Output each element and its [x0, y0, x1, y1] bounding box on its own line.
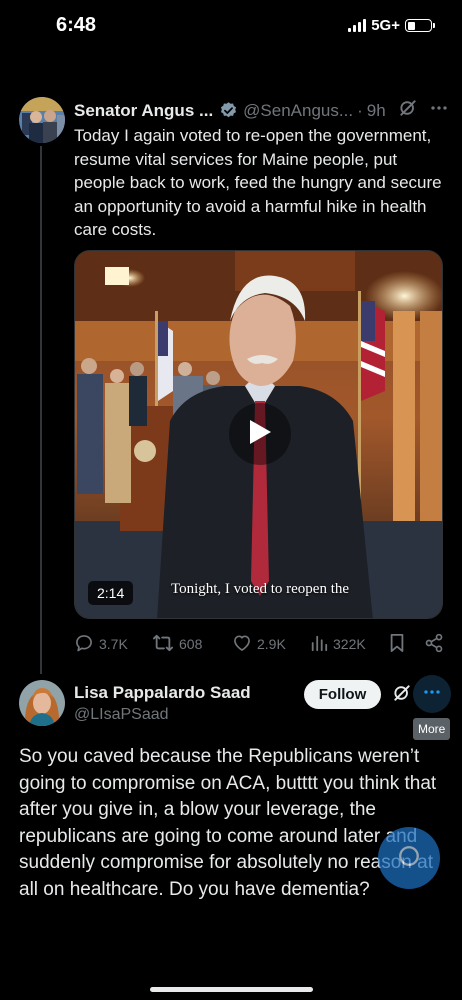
- reply-author-handle: @LIsaPSaad: [74, 706, 169, 723]
- post-text: Today I again voted to re-open the gover…: [74, 126, 442, 239]
- video-duration: 2:14: [88, 581, 134, 605]
- separator-dot: ·: [357, 100, 363, 120]
- avatar[interactable]: [19, 97, 65, 143]
- home-indicator[interactable]: [150, 987, 313, 992]
- reply-author-name[interactable]: Lisa Pappalardo Saad: [74, 683, 251, 703]
- network-label: 5G+: [371, 17, 400, 34]
- post-header: Senator Angus ... @SenAngus... · 9h: [74, 98, 448, 123]
- author-name[interactable]: Senator Angus ...: [74, 101, 213, 121]
- like-button[interactable]: 2.9K: [232, 632, 286, 656]
- avatar[interactable]: [19, 680, 65, 726]
- battery-icon: [405, 19, 435, 32]
- grok-icon[interactable]: [392, 683, 412, 708]
- bookmark-icon: [388, 633, 406, 656]
- status-time: 6:48: [56, 14, 97, 36]
- bookmark-button[interactable]: [388, 632, 406, 656]
- repost-button[interactable]: 608: [152, 632, 202, 656]
- views-icon: [310, 634, 328, 655]
- thread-line: [40, 146, 42, 674]
- reply-text: So you caved because the Republicans wer…: [19, 746, 437, 900]
- follow-button[interactable]: Follow: [304, 680, 381, 709]
- more-tooltip: More: [413, 718, 451, 740]
- like-count: 2.9K: [257, 636, 286, 652]
- grok-floating-button[interactable]: [378, 827, 440, 889]
- views-count: 322K: [333, 636, 366, 652]
- post-action-bar: 3.7K 608 2.9K 322K: [74, 632, 444, 656]
- video-caption: Tonight, I voted to reopen the: [170, 581, 350, 597]
- status-indicators: 5G+: [348, 17, 435, 34]
- verified-badge-icon: [219, 101, 238, 120]
- repost-icon: [152, 633, 174, 656]
- more-options-icon[interactable]: [430, 99, 448, 122]
- views-button[interactable]: 322K: [310, 632, 366, 656]
- grok-icon: [395, 842, 423, 875]
- share-icon: [424, 633, 444, 656]
- play-button[interactable]: [229, 403, 291, 465]
- share-button[interactable]: [424, 632, 444, 656]
- heart-icon: [232, 633, 252, 656]
- author-handle: @SenAngus...: [243, 100, 354, 120]
- more-options-icon: [423, 683, 441, 706]
- post-time: 9h: [366, 100, 386, 120]
- play-icon: [247, 418, 273, 451]
- reply-icon: [74, 633, 94, 656]
- repost-count: 608: [179, 636, 203, 652]
- signal-icon: [348, 19, 367, 32]
- more-options-button[interactable]: [413, 675, 451, 713]
- reply-count: 3.7K: [99, 636, 128, 652]
- reply-button[interactable]: 3.7K: [74, 632, 128, 656]
- grok-icon[interactable]: [398, 98, 418, 123]
